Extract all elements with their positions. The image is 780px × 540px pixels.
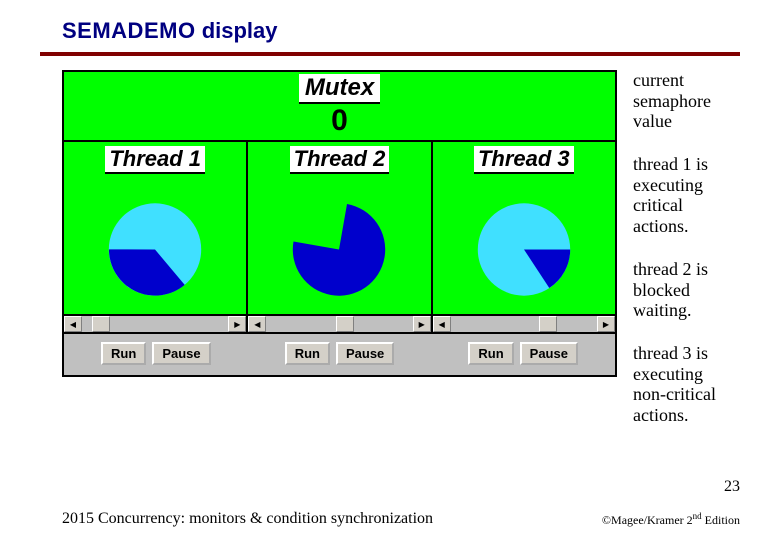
rotator-icon <box>433 174 615 314</box>
scroll-thumb[interactable] <box>539 316 557 332</box>
thread-title: Thread 1 <box>105 146 205 174</box>
scroll-left-icon[interactable]: ◀ <box>64 316 82 332</box>
rotator-icon <box>248 174 430 314</box>
thread-panel-3: Thread 3 ◀ ▶ <box>433 142 615 332</box>
annotations: current semaphore value thread 1 is exec… <box>633 70 740 426</box>
thread-scrollbar[interactable]: ◀ ▶ <box>64 314 246 332</box>
title-word: display <box>202 18 278 43</box>
scroll-left-icon[interactable]: ◀ <box>433 316 451 332</box>
scroll-thumb[interactable] <box>336 316 354 332</box>
demo-window: Mutex 0 Thread 1 ◀ ▶ <box>62 70 617 377</box>
copyright-suf: nd <box>693 511 702 521</box>
run-button[interactable]: Run <box>468 342 513 365</box>
pause-button[interactable]: Pause <box>152 342 210 365</box>
thread-scrollbar[interactable]: ◀ ▶ <box>248 314 430 332</box>
pause-button[interactable]: Pause <box>336 342 394 365</box>
annotation-thread2: thread 2 is blocked waiting. <box>633 259 740 321</box>
run-button[interactable]: Run <box>101 342 146 365</box>
scroll-right-icon[interactable]: ▶ <box>228 316 246 332</box>
scroll-track[interactable] <box>82 316 228 332</box>
copyright-post: Edition <box>702 513 740 527</box>
thread-panel-2: Thread 2 ◀ ▶ <box>248 142 432 332</box>
scroll-track[interactable] <box>451 316 597 332</box>
copyright: ©Magee/Kramer 2nd Edition <box>602 511 740 528</box>
title-rule <box>40 52 740 56</box>
scroll-thumb[interactable] <box>92 316 110 332</box>
mutex-title: Mutex <box>299 74 380 104</box>
mutex-value: 0 <box>64 106 615 136</box>
footer-text: 2015 Concurrency: monitors & condition s… <box>62 510 433 528</box>
copyright-pre: ©Magee/Kramer <box>602 513 687 527</box>
annotation-mutex: current semaphore value <box>633 70 740 132</box>
scroll-right-icon[interactable]: ▶ <box>413 316 431 332</box>
thread-title: Thread 3 <box>474 146 574 174</box>
thread-title: Thread 2 <box>290 146 390 174</box>
button-bar: Run Pause Run Pause Run Pause <box>64 332 615 375</box>
slide-title: SEMADEMO display <box>0 0 780 50</box>
annotation-thread3: thread 3 is executing non-critical actio… <box>633 343 740 426</box>
page-number: 23 <box>724 478 740 496</box>
scroll-right-icon[interactable]: ▶ <box>597 316 615 332</box>
scroll-track[interactable] <box>266 316 412 332</box>
mutex-panel: Mutex 0 <box>64 72 615 142</box>
threads-row: Thread 1 ◀ ▶ Thread 2 <box>64 142 615 332</box>
thread-scrollbar[interactable]: ◀ ▶ <box>433 314 615 332</box>
annotation-thread1: thread 1 is executing critical actions. <box>633 154 740 237</box>
pause-button[interactable]: Pause <box>520 342 578 365</box>
run-button[interactable]: Run <box>285 342 330 365</box>
rotator-icon <box>64 174 246 314</box>
scroll-left-icon[interactable]: ◀ <box>248 316 266 332</box>
program-name: SEMADEMO <box>62 18 196 43</box>
thread-panel-1: Thread 1 ◀ ▶ <box>64 142 248 332</box>
